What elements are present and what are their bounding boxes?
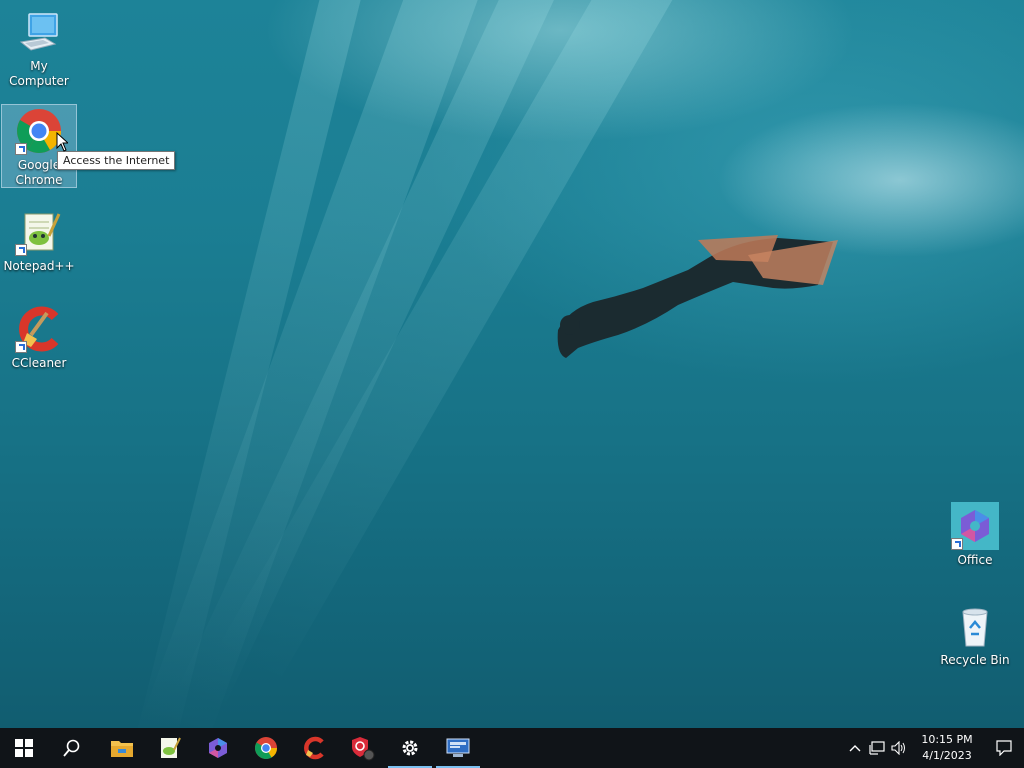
chrome-icon (255, 737, 277, 759)
notepad-plus-plus-icon (161, 737, 181, 758)
taskbar: 10:15 PM 4/1/2023 (0, 728, 1024, 768)
desktop-wallpaper[interactable]: My Computer Google Chrome Notepad++ CCle… (0, 0, 1024, 728)
clock-date: 4/1/2023 (922, 749, 972, 762)
system-tray: 10:15 PM 4/1/2023 (844, 728, 1024, 768)
recycle-bin-icon (951, 602, 999, 650)
taskbar-notepad-plus-plus[interactable] (146, 728, 194, 768)
shortcut-arrow-icon (951, 538, 963, 550)
desktop-icon-office[interactable]: Office (937, 500, 1013, 570)
icon-label: Recycle Bin (940, 653, 1010, 667)
mouse-cursor-icon (56, 132, 68, 152)
shortcut-arrow-icon (15, 143, 27, 155)
folder-icon (111, 741, 133, 757)
shortcut-arrow-icon (15, 341, 27, 353)
desktop-icon-recycle-bin[interactable]: Recycle Bin (937, 600, 1013, 670)
office-icon (951, 502, 999, 550)
gear-icon (402, 740, 418, 756)
show-hidden-icons-button[interactable] (844, 728, 866, 768)
volume-button[interactable] (888, 728, 910, 768)
taskbar-ccleaner[interactable] (290, 728, 338, 768)
notification-icon (996, 740, 1012, 756)
network-icon (869, 741, 885, 755)
icon-label: Notepad++ (3, 259, 75, 273)
icon-label: Office (957, 553, 993, 567)
notepad-plus-plus-icon (15, 208, 63, 256)
speaker-icon (891, 741, 905, 755)
taskbar-vpn-shield[interactable] (338, 728, 386, 768)
chevron-up-icon (849, 745, 861, 752)
tooltip: Access the Internet (57, 151, 176, 170)
search-button[interactable] (48, 728, 96, 768)
icon-label: My Computer (9, 59, 69, 88)
taskbar-office[interactable] (194, 728, 242, 768)
windows-logo-icon (15, 739, 33, 757)
start-button[interactable] (0, 728, 48, 768)
icon-label: CCleaner (11, 356, 67, 370)
network-button[interactable] (866, 728, 888, 768)
ccleaner-icon (15, 305, 63, 353)
clock-time: 10:15 PM (921, 733, 973, 746)
office-icon (209, 738, 227, 758)
shortcut-arrow-icon (15, 244, 27, 256)
desktop-icon-ccleaner[interactable]: CCleaner (1, 303, 77, 371)
shield-icon (352, 737, 375, 761)
taskbar-remote-desktop[interactable] (434, 728, 482, 768)
action-center-button[interactable] (984, 728, 1024, 768)
desktop-icon-my-computer[interactable]: My Computer (1, 6, 77, 88)
taskbar-clock[interactable]: 10:15 PM 4/1/2023 (916, 732, 978, 764)
ccleaner-icon (304, 736, 324, 760)
desktop-icon-notepad-plus-plus[interactable]: Notepad++ (1, 206, 77, 274)
remote-desktop-icon (446, 738, 470, 757)
taskbar-file-explorer[interactable] (98, 728, 146, 768)
freediver-image (557, 235, 838, 358)
computer-icon (15, 8, 63, 56)
taskbar-settings[interactable] (386, 728, 434, 768)
search-icon (63, 739, 80, 757)
taskbar-google-chrome[interactable] (242, 728, 290, 768)
